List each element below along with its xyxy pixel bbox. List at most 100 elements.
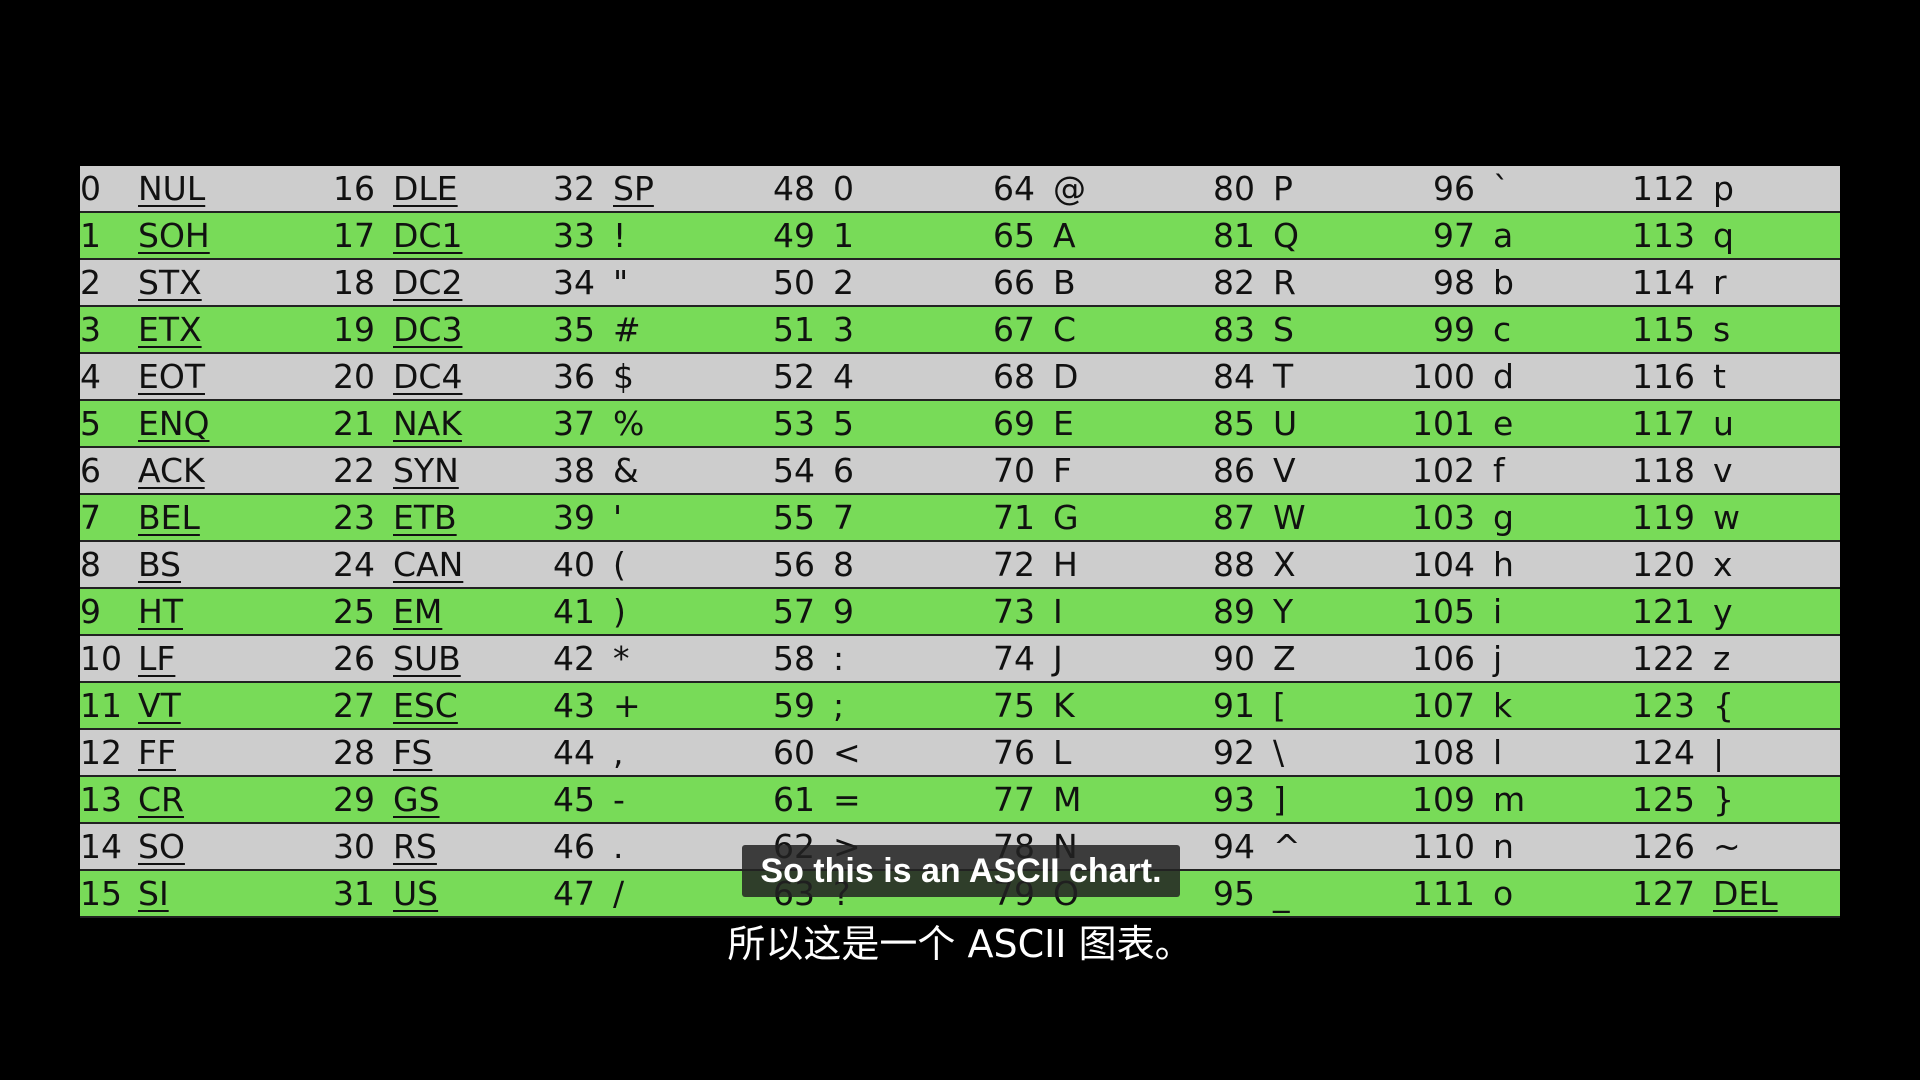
ascii-entry: 43 + [520, 686, 740, 725]
ascii-code: 104 [1412, 545, 1475, 584]
ascii-symbol: # [613, 310, 641, 349]
ascii-symbol: . [613, 827, 624, 866]
ascii-symbol: G [1053, 498, 1079, 537]
ascii-symbol: ! [613, 216, 627, 255]
ascii-code: 84 [1213, 357, 1255, 396]
ascii-code: 89 [1213, 592, 1255, 631]
ascii-entry: 2 STX [80, 263, 300, 302]
ascii-symbol: f [1493, 451, 1505, 490]
ascii-entry: 77 M [960, 780, 1180, 819]
ascii-code: 8 [80, 545, 101, 584]
ascii-symbol: x [1713, 545, 1733, 584]
ascii-entry: 92 \ [1180, 733, 1400, 772]
ascii-code: 101 [1412, 404, 1475, 443]
ascii-code: 37 [553, 404, 595, 443]
ascii-code: 71 [993, 498, 1035, 537]
ascii-code: 28 [333, 733, 375, 772]
ascii-symbol: 0 [833, 169, 854, 208]
ascii-code: 69 [993, 404, 1035, 443]
ascii-symbol: CR [138, 780, 184, 819]
ascii-code: 6 [80, 451, 101, 490]
ascii-entry: 70 F [960, 451, 1180, 490]
ascii-symbol: w [1713, 498, 1740, 537]
ascii-entry: 26 SUB [300, 639, 520, 678]
table-row: 13 CR 29 GS 45- 61 = 77 M 93] 109 m 125} [80, 777, 1840, 824]
ascii-entry: 96 ` [1400, 169, 1620, 208]
ascii-entry: 87 W [1180, 498, 1400, 537]
ascii-entry: 95 _ [1180, 874, 1400, 913]
ascii-code: 56 [773, 545, 815, 584]
ascii-entry: 29 GS [300, 780, 520, 819]
ascii-code: 70 [993, 451, 1035, 490]
ascii-entry: 115 s [1620, 310, 1840, 349]
ascii-entry: 45- [520, 780, 740, 819]
ascii-entry: 28 FS [300, 733, 520, 772]
ascii-code: 30 [333, 827, 375, 866]
ascii-code: 123 [1632, 686, 1695, 725]
ascii-symbol: K [1053, 686, 1075, 725]
ascii-code: 93 [1213, 780, 1255, 819]
ascii-code: 22 [333, 451, 375, 490]
ascii-symbol: l [1493, 733, 1503, 772]
ascii-code: 115 [1632, 310, 1695, 349]
ascii-code: 86 [1213, 451, 1255, 490]
ascii-symbol: V [1273, 451, 1296, 490]
ascii-code: 125 [1632, 780, 1695, 819]
ascii-code: 0 [80, 169, 101, 208]
ascii-code: 60 [773, 733, 815, 772]
ascii-code: 95 [1213, 874, 1255, 913]
ascii-symbol: 1 [833, 216, 854, 255]
ascii-code: 10 [80, 639, 122, 678]
ascii-symbol: / [613, 874, 625, 913]
ascii-code: 105 [1412, 592, 1475, 631]
ascii-symbol: LF [138, 639, 176, 678]
ascii-symbol: e [1493, 404, 1514, 443]
ascii-code: 44 [553, 733, 595, 772]
ascii-entry: 0 NUL [80, 169, 300, 208]
ascii-symbol: 3 [833, 310, 854, 349]
ascii-code: 110 [1412, 827, 1475, 866]
table-row: 7 BEL 23 ETB 39 ' 55 7 71 G 87 W 103 g 119 w [80, 495, 1840, 542]
ascii-entry: 54 6 [740, 451, 960, 490]
ascii-entry: 67 C [960, 310, 1180, 349]
ascii-code: 91 [1213, 686, 1255, 725]
ascii-entry: 7 BEL [80, 498, 300, 537]
ascii-symbol: ` [1493, 169, 1510, 208]
ascii-entry: 73 I [960, 592, 1180, 631]
ascii-symbol: R [1273, 263, 1296, 302]
ascii-symbol: H [1053, 545, 1078, 584]
ascii-symbol: { [1713, 686, 1734, 725]
ascii-symbol: @ [1053, 169, 1086, 208]
ascii-code: 42 [553, 639, 595, 678]
ascii-code: 5 [80, 404, 101, 443]
ascii-code: 14 [80, 827, 122, 866]
ascii-symbol: $ [613, 357, 634, 396]
ascii-entry: 91 [ [1180, 686, 1400, 725]
ascii-code: 67 [993, 310, 1035, 349]
ascii-symbol: h [1493, 545, 1514, 584]
ascii-code: 113 [1632, 216, 1695, 255]
ascii-code: 96 [1433, 169, 1475, 208]
ascii-symbol: d [1493, 357, 1514, 396]
ascii-code: 20 [333, 357, 375, 396]
ascii-symbol: M [1053, 780, 1082, 819]
ascii-symbol: E [1053, 404, 1074, 443]
ascii-code: 117 [1632, 404, 1695, 443]
ascii-entry: 112 p [1620, 169, 1840, 208]
ascii-entry: 84 T [1180, 357, 1400, 396]
table-row: 4 EOT 20 DC4 36 $52 4 68 D 84 T 100 d 116 t [80, 354, 1840, 401]
ascii-entry: 83 S [1180, 310, 1400, 349]
ascii-entry: 32 SP [520, 169, 740, 208]
ascii-code: 108 [1412, 733, 1475, 772]
ascii-symbol: ^ [1273, 827, 1301, 866]
ascii-code: 111 [1412, 874, 1475, 913]
ascii-entry: 52 4 [740, 357, 960, 396]
ascii-entry: 56 8 [740, 545, 960, 584]
ascii-entry: 35 # [520, 310, 740, 349]
ascii-code: 61 [773, 780, 815, 819]
table-row: 6 ACK 22 SYN 38 & 54 6 70 F 86 V 102 f 118 v [80, 448, 1840, 495]
ascii-code: 21 [333, 404, 375, 443]
ascii-entry: 89 Y [1180, 592, 1400, 631]
ascii-symbol: % [613, 404, 645, 443]
ascii-entry: 122 z [1620, 639, 1840, 678]
